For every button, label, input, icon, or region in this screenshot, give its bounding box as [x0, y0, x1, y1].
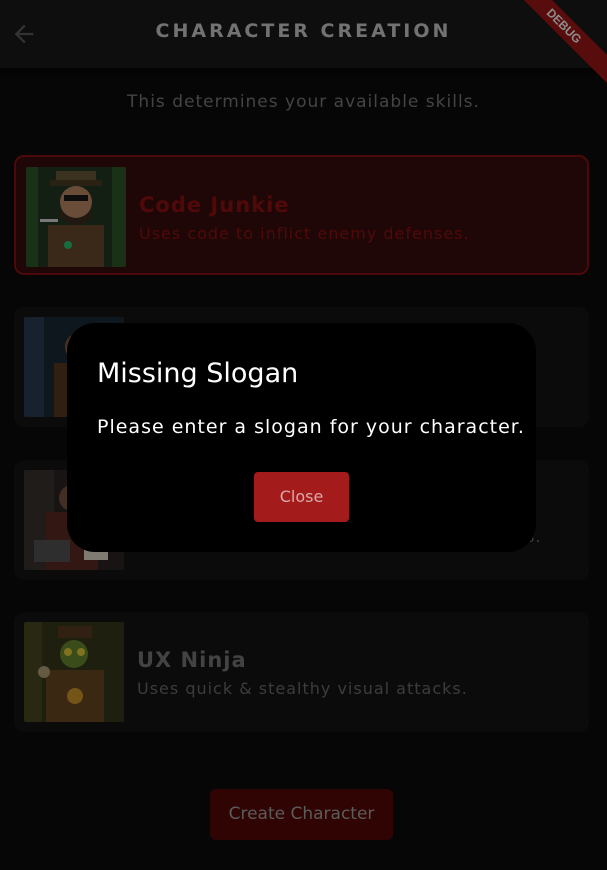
dialog-message: Please enter a slogan for your character…: [97, 416, 525, 438]
close-button[interactable]: Close: [254, 472, 349, 522]
missing-slogan-dialog: Missing Slogan Please enter a slogan for…: [67, 323, 536, 552]
dialog-title: Missing Slogan: [97, 358, 299, 389]
